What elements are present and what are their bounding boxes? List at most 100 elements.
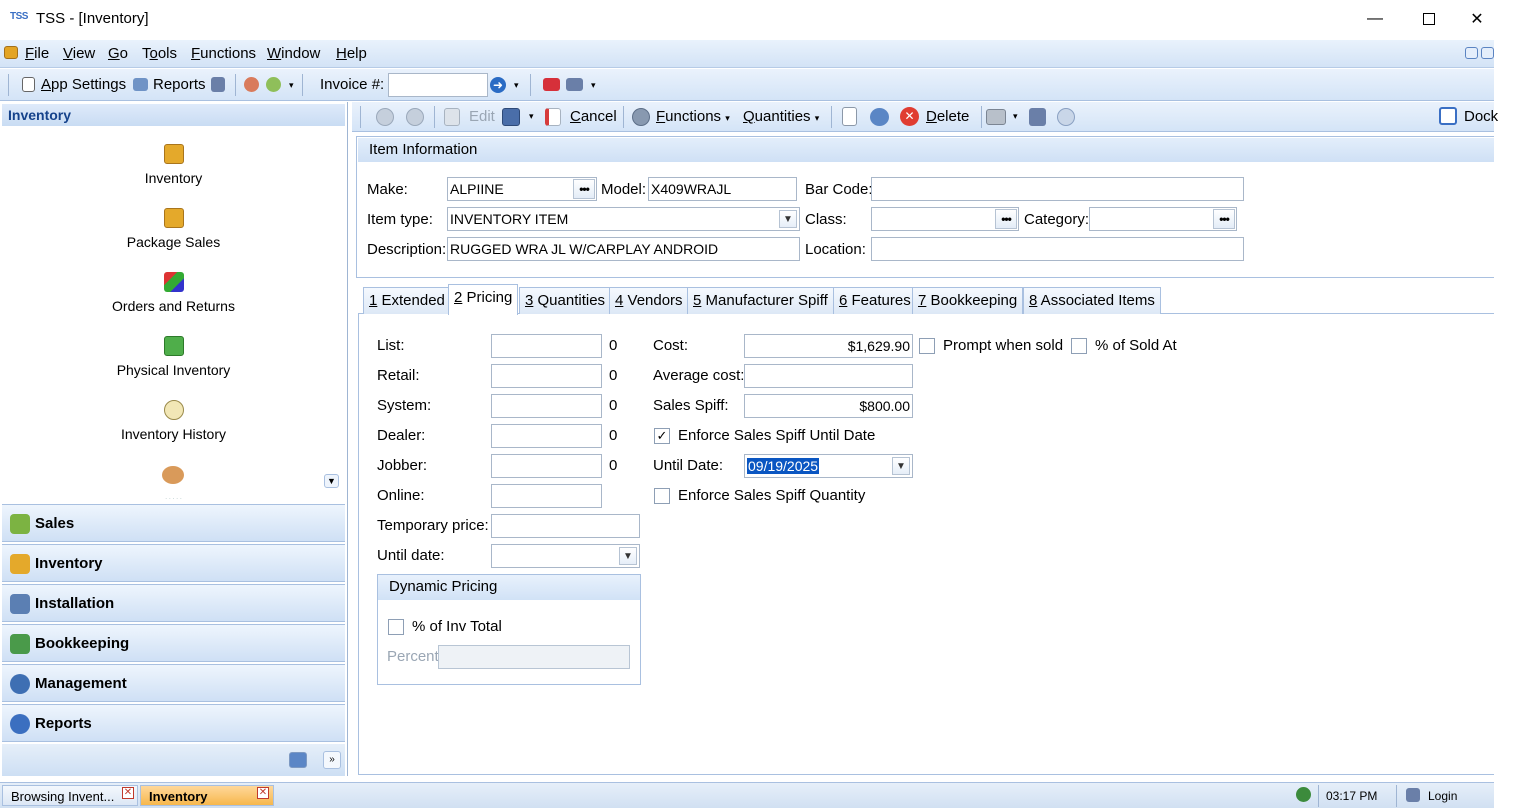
find-icon[interactable] [1029, 108, 1046, 126]
temporary-until-date-picker[interactable]: ▼ [491, 544, 640, 568]
menu-window[interactable]: Window [267, 45, 320, 62]
nav-category-bookkeeping[interactable]: Bookkeeping [2, 624, 345, 662]
barcode-field[interactable] [871, 177, 1244, 201]
description-field[interactable]: RUGGED WRA JL W/CARPLAY ANDROID [447, 237, 800, 261]
close-tab-icon[interactable]: ✕ [122, 787, 134, 799]
model-field[interactable]: X409WRAJL [648, 177, 797, 201]
dealer-price-input[interactable] [491, 424, 602, 448]
reports-button[interactable]: Reports [153, 76, 206, 93]
enforce-spiff-quantity-checkbox[interactable] [654, 488, 670, 504]
tab-manufacturer-spiff[interactable]: 5 Manufacturer Spiff [687, 287, 834, 314]
forward-icon[interactable] [406, 108, 424, 126]
menu-functions[interactable]: Functions [191, 45, 256, 62]
nav-item-inventory[interactable]: Inventory [2, 144, 345, 186]
category-field[interactable]: ••• [1089, 207, 1237, 231]
new-record-icon[interactable] [842, 107, 857, 126]
menu-view[interactable]: View [63, 45, 95, 62]
nav-category-inventory[interactable]: Inventory [2, 544, 345, 582]
invoice-dropdown-icon[interactable]: ▾ [514, 80, 519, 91]
temporary-price-input[interactable] [491, 514, 640, 538]
save-icon[interactable] [502, 108, 520, 126]
menu-help[interactable]: Help [336, 45, 367, 62]
chevron-down-icon[interactable]: ▼ [779, 210, 797, 228]
map-icon[interactable] [543, 78, 560, 91]
globe-icon[interactable] [266, 77, 281, 92]
nav-item-physical-inventory[interactable]: Physical Inventory [2, 336, 345, 378]
functions-button[interactable]: Functions ▾ [656, 108, 730, 125]
sales-spiff-input[interactable]: $800.00 [744, 394, 913, 418]
taskbar-tab-inventory[interactable]: Inventory [140, 785, 274, 806]
category-lookup-icon[interactable]: ••• [1213, 209, 1235, 229]
tab-bookkeeping[interactable]: 7 Bookkeeping [912, 287, 1024, 314]
truck-icon[interactable] [566, 78, 583, 91]
go-arrow-icon[interactable]: ➜ [490, 77, 506, 93]
menu-go[interactable]: Go [108, 45, 128, 62]
online-price-input[interactable] [491, 484, 602, 508]
app-menu-icon[interactable] [4, 46, 18, 59]
close-tab-icon[interactable]: ✕ [257, 787, 269, 799]
item-type-select[interactable]: INVENTORY ITEM ▼ [447, 207, 800, 231]
mdi-restore-icon-2[interactable] [1481, 47, 1494, 59]
prompt-when-sold-checkbox[interactable] [919, 338, 935, 354]
retail-price-input[interactable] [491, 364, 602, 388]
print-dropdown-icon[interactable]: ▾ [1013, 111, 1018, 122]
app-settings-button[interactable]: App Settings [41, 76, 126, 93]
tab-pricing[interactable]: 2 Pricing [448, 284, 519, 315]
configure-pane-icon[interactable] [289, 752, 307, 768]
nav-item-orders-returns[interactable]: Orders and Returns [2, 272, 345, 314]
back-icon[interactable] [376, 108, 394, 126]
help-icon[interactable] [1057, 108, 1075, 126]
nav-category-management[interactable]: Management [2, 664, 345, 702]
expand-pane-icon[interactable]: » [323, 751, 341, 769]
scroll-down-icon[interactable]: ▼ [324, 474, 339, 488]
mdi-restore-icon[interactable] [1465, 47, 1478, 59]
minimize-icon[interactable]: ― [1352, 6, 1398, 32]
maximize-icon[interactable] [1406, 6, 1452, 32]
users-icon[interactable] [244, 77, 259, 92]
class-field[interactable]: ••• [871, 207, 1019, 231]
save-dropdown-icon[interactable]: ▾ [529, 111, 534, 122]
list-price-input[interactable] [491, 334, 602, 358]
percent-input[interactable] [438, 645, 630, 669]
pct-inv-total-checkbox[interactable] [388, 619, 404, 635]
close-icon[interactable]: ✕ [1460, 6, 1494, 32]
pct-of-sold-at-checkbox[interactable] [1071, 338, 1087, 354]
menu-tools[interactable]: Tools [142, 45, 177, 62]
menu-file[interactable]: File [25, 45, 49, 62]
binoculars-icon[interactable] [211, 77, 225, 92]
jobber-price-input[interactable] [491, 454, 602, 478]
toolbar-overflow-icon[interactable]: ▾ [289, 80, 294, 91]
dock-button[interactable]: Dock [1464, 108, 1498, 125]
splitter-grip[interactable]: · · · · · [2, 496, 345, 502]
enforce-spiff-date-checkbox[interactable]: ✓ [654, 428, 670, 444]
people-icon[interactable] [162, 466, 184, 484]
quantities-button[interactable]: Quantities ▾ [743, 108, 819, 125]
calendar-dropdown-icon[interactable]: ▼ [892, 457, 910, 475]
system-price-input[interactable] [491, 394, 602, 418]
make-lookup-icon[interactable]: ••• [573, 179, 595, 199]
tab-extended[interactable]: 1 Extended [363, 287, 451, 314]
nav-item-package-sales[interactable]: Package Sales [2, 208, 345, 250]
average-cost-input[interactable] [744, 364, 913, 388]
make-field[interactable]: ALPIINE ••• [447, 177, 597, 201]
class-lookup-icon[interactable]: ••• [995, 209, 1017, 229]
tab-quantities[interactable]: 3 Quantities [519, 287, 612, 314]
cost-input[interactable]: $1,629.90 [744, 334, 913, 358]
refresh-icon[interactable] [870, 108, 889, 126]
nav-category-reports[interactable]: Reports [2, 704, 345, 742]
tab-associated-items[interactable]: 8 Associated Items [1023, 287, 1161, 314]
nav-category-installation[interactable]: Installation [2, 584, 345, 622]
tab-vendors[interactable]: 4 Vendors [609, 287, 689, 314]
delete-button[interactable]: Delete [926, 108, 969, 125]
tab-features[interactable]: 6 Features [833, 287, 917, 314]
edit-button[interactable]: Edit [469, 108, 495, 125]
toolbar-overflow-icon-2[interactable]: ▾ [591, 80, 596, 91]
calendar-dropdown-icon[interactable]: ▼ [619, 547, 637, 565]
taskbar-tab-browsing-inventory[interactable]: Browsing Invent... [2, 785, 138, 806]
location-field[interactable] [871, 237, 1244, 261]
spiff-until-date-picker[interactable]: 09/19/2025 ▼ [744, 454, 913, 478]
nav-item-inventory-history[interactable]: Inventory History [2, 400, 345, 442]
cancel-button[interactable]: Cancel [570, 108, 617, 125]
invoice-number-input[interactable] [388, 73, 488, 97]
login-button[interactable]: Login [1428, 789, 1457, 803]
